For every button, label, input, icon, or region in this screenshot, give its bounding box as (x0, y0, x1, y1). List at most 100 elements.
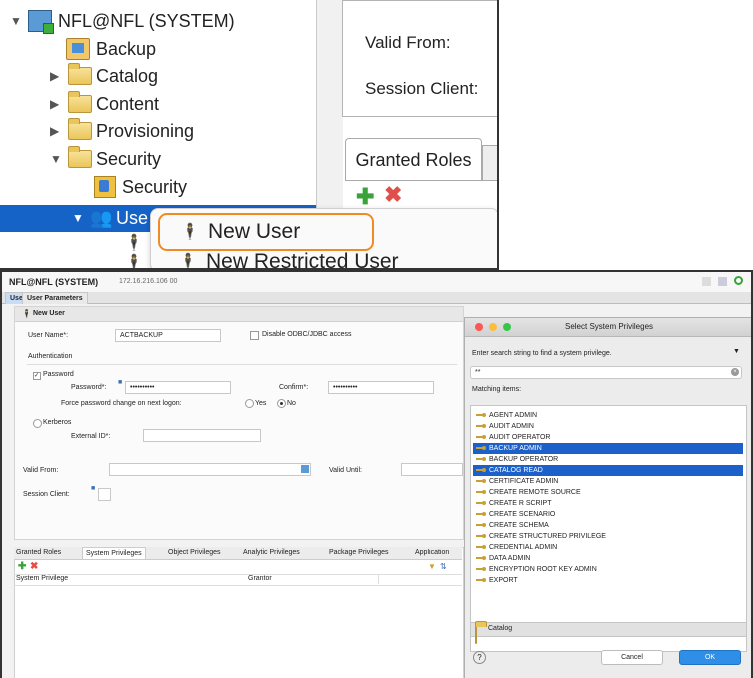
tree-item-label: Use (116, 207, 149, 228)
list-item-label: CREDENTIAL ADMIN (489, 544, 558, 551)
user-name-input[interactable]: ACTBACKUP (115, 329, 221, 342)
splitter[interactable] (316, 0, 343, 210)
list-item[interactable]: BACKUP OPERATOR (473, 454, 743, 465)
tree-item-users[interactable]: ▼ 👥 Use (72, 205, 148, 231)
valid-from-input[interactable] (109, 463, 311, 476)
tree-item-label: Security (122, 176, 188, 197)
confirm-input[interactable]: •••••••••• (328, 381, 434, 394)
password-checkbox[interactable]: ✓ (33, 372, 41, 380)
search-input[interactable]: ** (470, 366, 742, 379)
list-item[interactable]: DATA ADMIN (473, 553, 743, 564)
tree-item-label: Content (96, 93, 160, 114)
person-icon: 🕴 (180, 224, 200, 241)
menu-item-new-user[interactable]: 🕴 New User (158, 213, 374, 251)
list-item[interactable]: CREATE R SCRIPT (473, 498, 743, 509)
key-icon (476, 413, 486, 418)
delete-icon[interactable]: ✖ (30, 561, 38, 572)
force-yes-radio[interactable] (245, 399, 254, 408)
list-item[interactable]: CREATE REMOTE SOURCE (473, 487, 743, 498)
tree-item-content[interactable]: ▶ Content (50, 91, 159, 117)
tab-package-privileges[interactable]: Package Privileges (329, 549, 389, 556)
expand-arrow-icon[interactable]: ▼ (72, 211, 84, 225)
list-item[interactable]: AGENT ADMIN (473, 410, 743, 421)
tree-item-security[interactable]: Security (94, 174, 187, 200)
column-system-privilege[interactable]: System Privilege (16, 575, 68, 582)
list-item[interactable]: CREATE STRUCTURED PRIVILEGE (473, 531, 743, 542)
expand-arrow-icon[interactable]: ▶ (50, 97, 62, 111)
password-input[interactable]: •••••••••• (125, 381, 231, 394)
list-item-label: AGENT ADMIN (489, 412, 538, 419)
maximize-window-icon[interactable] (503, 323, 511, 331)
list-item[interactable]: AUDIT ADMIN (473, 421, 743, 432)
tree-item-catalog[interactable]: ▶ Catalog (50, 63, 158, 89)
list-item[interactable]: AUDIT OPERATOR (473, 432, 743, 443)
tree-item-backup[interactable]: Backup (66, 36, 156, 62)
tree-root[interactable]: ▼ NFL@NFL (SYSTEM) (10, 8, 235, 34)
privileges-panel (14, 547, 464, 678)
expand-arrow-icon[interactable]: ▼ (10, 14, 22, 28)
valid-from-label: Valid From: (365, 33, 451, 52)
delete-icon[interactable]: ✖ (384, 182, 402, 208)
tab-application[interactable]: Application (415, 549, 461, 556)
tree-item-provisioning[interactable]: ▶ Provisioning (50, 118, 194, 144)
tab-object-privileges[interactable]: Object Privileges (168, 549, 221, 556)
list-item[interactable]: CREATE SCENARIO (473, 509, 743, 520)
password-option-label: Password (43, 371, 74, 378)
list-item-selected[interactable]: CATALOG READ (473, 465, 743, 476)
tab-analytic-privileges[interactable]: Analytic Privileges (243, 549, 300, 556)
add-icon[interactable]: ✚ (356, 184, 374, 210)
key-icon (476, 435, 486, 440)
column-grantor[interactable]: Grantor (248, 575, 272, 582)
list-item[interactable]: EXPORT (473, 575, 743, 586)
filter-icon[interactable]: ▼ (428, 562, 436, 571)
kerberos-label: Kerberos (43, 419, 72, 426)
force-yes-label: Yes (255, 400, 267, 407)
expand-arrow-icon[interactable]: ▼ (50, 152, 62, 166)
tab-granted-roles[interactable]: Granted Roles (16, 549, 61, 556)
sql-icon[interactable] (702, 277, 711, 286)
list-item[interactable]: CREATE SCHEMA (473, 520, 743, 531)
key-icon (476, 523, 486, 528)
expand-arrow-icon[interactable]: ▶ (50, 124, 62, 138)
external-id-input[interactable] (143, 429, 261, 442)
list-item-label: CREATE SCHEMA (489, 522, 549, 529)
add-icon[interactable]: ✚ (18, 561, 26, 572)
section-title: New User (33, 310, 65, 317)
minimize-window-icon[interactable] (489, 323, 497, 331)
disable-odbc-checkbox[interactable] (250, 331, 259, 340)
expand-arrow-icon[interactable]: ▶ (50, 69, 62, 83)
help-icon[interactable]: ? (473, 651, 486, 664)
force-no-radio[interactable] (277, 399, 286, 408)
tree-item-security-folder[interactable]: ▼ Security (50, 146, 161, 172)
cancel-button[interactable]: Cancel (601, 650, 663, 665)
privilege-list[interactable]: AGENT ADMIN AUDIT ADMIN AUDIT OPERATOR B… (470, 405, 747, 652)
sort-icon[interactable]: ⇅ (440, 562, 447, 571)
session-client-input[interactable] (98, 488, 111, 501)
menu-item-new-restricted-user[interactable]: 🕴 New Restricted User (178, 250, 399, 270)
list-item-label: DATA ADMIN (489, 555, 531, 562)
tab-next[interactable] (482, 145, 497, 181)
valid-until-input[interactable] (401, 463, 463, 476)
refresh-icon[interactable] (734, 276, 743, 285)
list-item-label: CREATE STRUCTURED PRIVILEGE (489, 533, 606, 540)
key-icon (476, 424, 486, 429)
tab-user-parameters[interactable]: User Parameters (22, 292, 88, 304)
info-icon: ■ (118, 379, 123, 386)
menu-item-label: New Restricted User (206, 250, 399, 270)
clear-search-icon[interactable]: × (731, 368, 739, 376)
list-item[interactable]: ENCRYPTION ROOT KEY ADMIN (473, 564, 743, 575)
dropdown-arrow-icon[interactable]: ▼ (733, 348, 740, 355)
list-item[interactable]: CERTIFICATE ADMIN (473, 476, 743, 487)
list-item-selected[interactable]: BACKUP ADMIN (473, 443, 743, 454)
calendar-icon[interactable] (301, 465, 309, 473)
list-item[interactable]: CREDENTIAL ADMIN (473, 542, 743, 553)
table-header (14, 574, 462, 586)
tab-system-privileges[interactable]: System Privileges (82, 547, 146, 559)
close-window-icon[interactable] (475, 323, 483, 331)
tab-granted-roles[interactable]: Granted Roles (345, 138, 482, 181)
kerberos-radio[interactable] (33, 419, 42, 428)
deploy-icon[interactable] (718, 277, 727, 286)
divider (27, 364, 457, 365)
key-icon (476, 479, 486, 484)
ok-button[interactable]: OK (679, 650, 741, 665)
